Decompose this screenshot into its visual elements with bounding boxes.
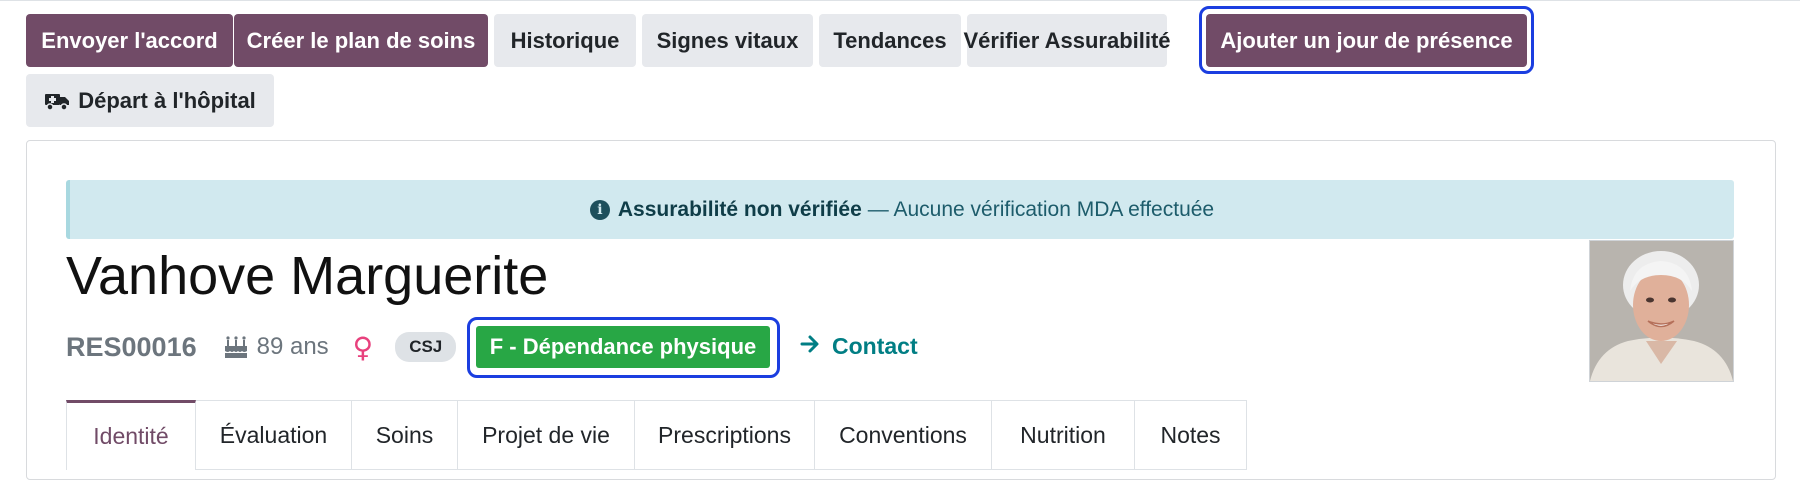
- check-insurability-button[interactable]: Vérifier Assurabilité: [963, 14, 1171, 67]
- resident-reference: RES00016: [66, 331, 197, 362]
- top-divider: [0, 0, 1800, 1]
- resident-tag: CSJ: [395, 332, 457, 362]
- resident-avatar[interactable]: [1589, 240, 1734, 382]
- insurability-alert: i Assurabilité non vérifiée — Aucune vér…: [66, 180, 1734, 239]
- dependency-badge[interactable]: F - Dépendance physique: [476, 326, 770, 368]
- create-care-plan-button[interactable]: Créer le plan de soins: [234, 14, 488, 67]
- info-icon: i: [589, 199, 610, 220]
- birthday-cake-icon: [224, 336, 247, 358]
- female-icon: ♀: [352, 330, 374, 364]
- alert-title: Assurabilité non vérifiée: [617, 197, 862, 221]
- tab-projet-de-vie[interactable]: Projet de vie: [458, 400, 635, 470]
- resident-meta-row: RES00016 89 ans ♀ CSJ: [66, 322, 457, 372]
- form-tabs: Identité Évaluation Soins Projet de vie …: [66, 400, 1247, 470]
- hospital-departure-label: Départ à l'hôpital: [78, 87, 256, 113]
- age-label: 89 ans: [256, 333, 329, 360]
- resident-age: 89 ans: [223, 333, 329, 361]
- history-button[interactable]: Historique: [494, 14, 636, 67]
- hospital-departure-button[interactable]: Départ à l'hôpital: [26, 74, 274, 127]
- contact-link[interactable]: Contact: [800, 333, 918, 360]
- tab-identite[interactable]: Identité: [66, 400, 196, 470]
- tab-nutrition[interactable]: Nutrition: [992, 400, 1135, 470]
- tab-soins[interactable]: Soins: [352, 400, 458, 470]
- add-attendance-day-button[interactable]: Ajouter un jour de présence: [1206, 14, 1527, 67]
- trends-button[interactable]: Tendances: [819, 14, 961, 67]
- resident-name: Vanhove Marguerite: [66, 246, 549, 306]
- send-agreement-button[interactable]: Envoyer l'accord: [26, 14, 233, 67]
- alert-message: — Aucune vérification MDA effectuée: [867, 197, 1215, 221]
- tab-notes[interactable]: Notes: [1135, 400, 1247, 470]
- tab-prescriptions[interactable]: Prescriptions: [635, 400, 815, 470]
- ambulance-icon: [44, 91, 70, 111]
- arrow-right-icon: [800, 333, 820, 360]
- vital-signs-button[interactable]: Signes vitaux: [642, 14, 813, 67]
- tab-evaluation[interactable]: Évaluation: [196, 400, 352, 470]
- tab-conventions[interactable]: Conventions: [815, 400, 992, 470]
- contact-label: Contact: [832, 333, 918, 359]
